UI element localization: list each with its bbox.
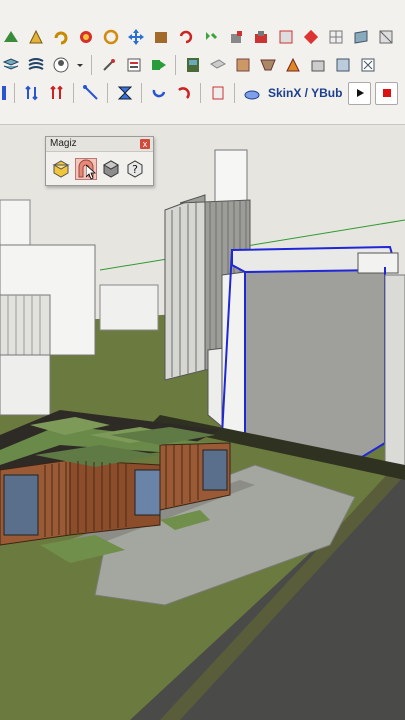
skin-label[interactable]: SkinX / YBub [266,86,344,100]
delete-icon[interactable] [357,55,378,76]
protractor-icon[interactable] [25,27,46,48]
play-icon[interactable] [348,81,372,105]
texture-icon[interactable] [300,27,321,48]
section-icon[interactable] [350,27,371,48]
help-icon[interactable]: ? [125,158,145,178]
arc-icon[interactable] [148,83,169,104]
copy-icon[interactable] [332,55,353,76]
follow-me-icon[interactable] [75,27,96,48]
scale-icon[interactable] [307,55,328,76]
palette-title[interactable]: Magiz [46,137,153,152]
separator [107,83,108,103]
glass [134,469,161,516]
arrows-icon[interactable] [21,83,42,104]
orbit-icon[interactable] [100,27,121,48]
export-icon[interactable] [148,55,169,76]
user-icon[interactable] [50,55,71,76]
arc-red-icon[interactable] [173,83,194,104]
dropdown-icon[interactable] [75,55,85,76]
sketchup-icon[interactable] [182,55,203,76]
undo-icon[interactable] [175,27,196,48]
box-yellow-icon[interactable] [51,158,71,178]
pipe-icon[interactable] [0,83,8,104]
palette-buttons: ? [46,152,153,180]
arrows-up-icon[interactable] [46,83,67,104]
tower-front [164,194,206,381]
styles-icon[interactable] [25,55,46,76]
glass [3,474,39,536]
mouse-cursor-icon [86,165,96,180]
close-icon[interactable]: x [140,139,150,149]
scene-drawing [0,125,405,720]
separator [200,83,201,103]
rotate-icon[interactable] [50,27,71,48]
separator [91,55,92,75]
svg-text:?: ? [132,163,138,176]
building [99,284,159,331]
roof-block [357,252,399,274]
toolbar-row-1 [0,24,396,50]
material-icon[interactable] [250,27,271,48]
grid-icon[interactable] [325,27,346,48]
separator [175,55,176,75]
hourglass-icon[interactable] [114,83,135,104]
camera-icon[interactable] [207,55,228,76]
toolbar-row-2 [0,52,378,78]
model-viewport[interactable] [0,125,405,720]
cube-gray-icon[interactable] [101,158,121,178]
selected-building-main[interactable] [244,265,386,459]
move-icon[interactable] [125,27,146,48]
stop-icon[interactable] [375,81,399,105]
fog-icon[interactable] [257,55,278,76]
paint-icon[interactable] [282,55,303,76]
flip-icon[interactable] [375,27,396,48]
toolbar-area: SkinX / YBub ? [0,0,405,125]
building [0,354,51,416]
outliner-icon[interactable] [123,55,144,76]
separator [234,83,235,103]
skin-icon[interactable] [241,83,262,104]
info-icon[interactable] [207,83,228,104]
component-icon[interactable] [150,27,171,48]
toolbar-row-3: SkinX / YBub ? [0,80,405,106]
tape-measure-icon[interactable] [0,27,21,48]
line-icon[interactable] [80,83,101,104]
magiz-palette: Magiz x ? [45,136,154,186]
glass [202,449,228,491]
paint-bucket-icon[interactable] [225,27,246,48]
redo-arc-icon[interactable] [200,27,221,48]
separator [141,83,142,103]
paste-icon[interactable] [98,55,119,76]
sandbox-icon[interactable] [275,27,296,48]
shadow-icon[interactable] [232,55,253,76]
building [384,274,405,476]
layers-icon[interactable] [0,55,21,76]
separator [14,83,15,103]
separator [73,83,74,103]
